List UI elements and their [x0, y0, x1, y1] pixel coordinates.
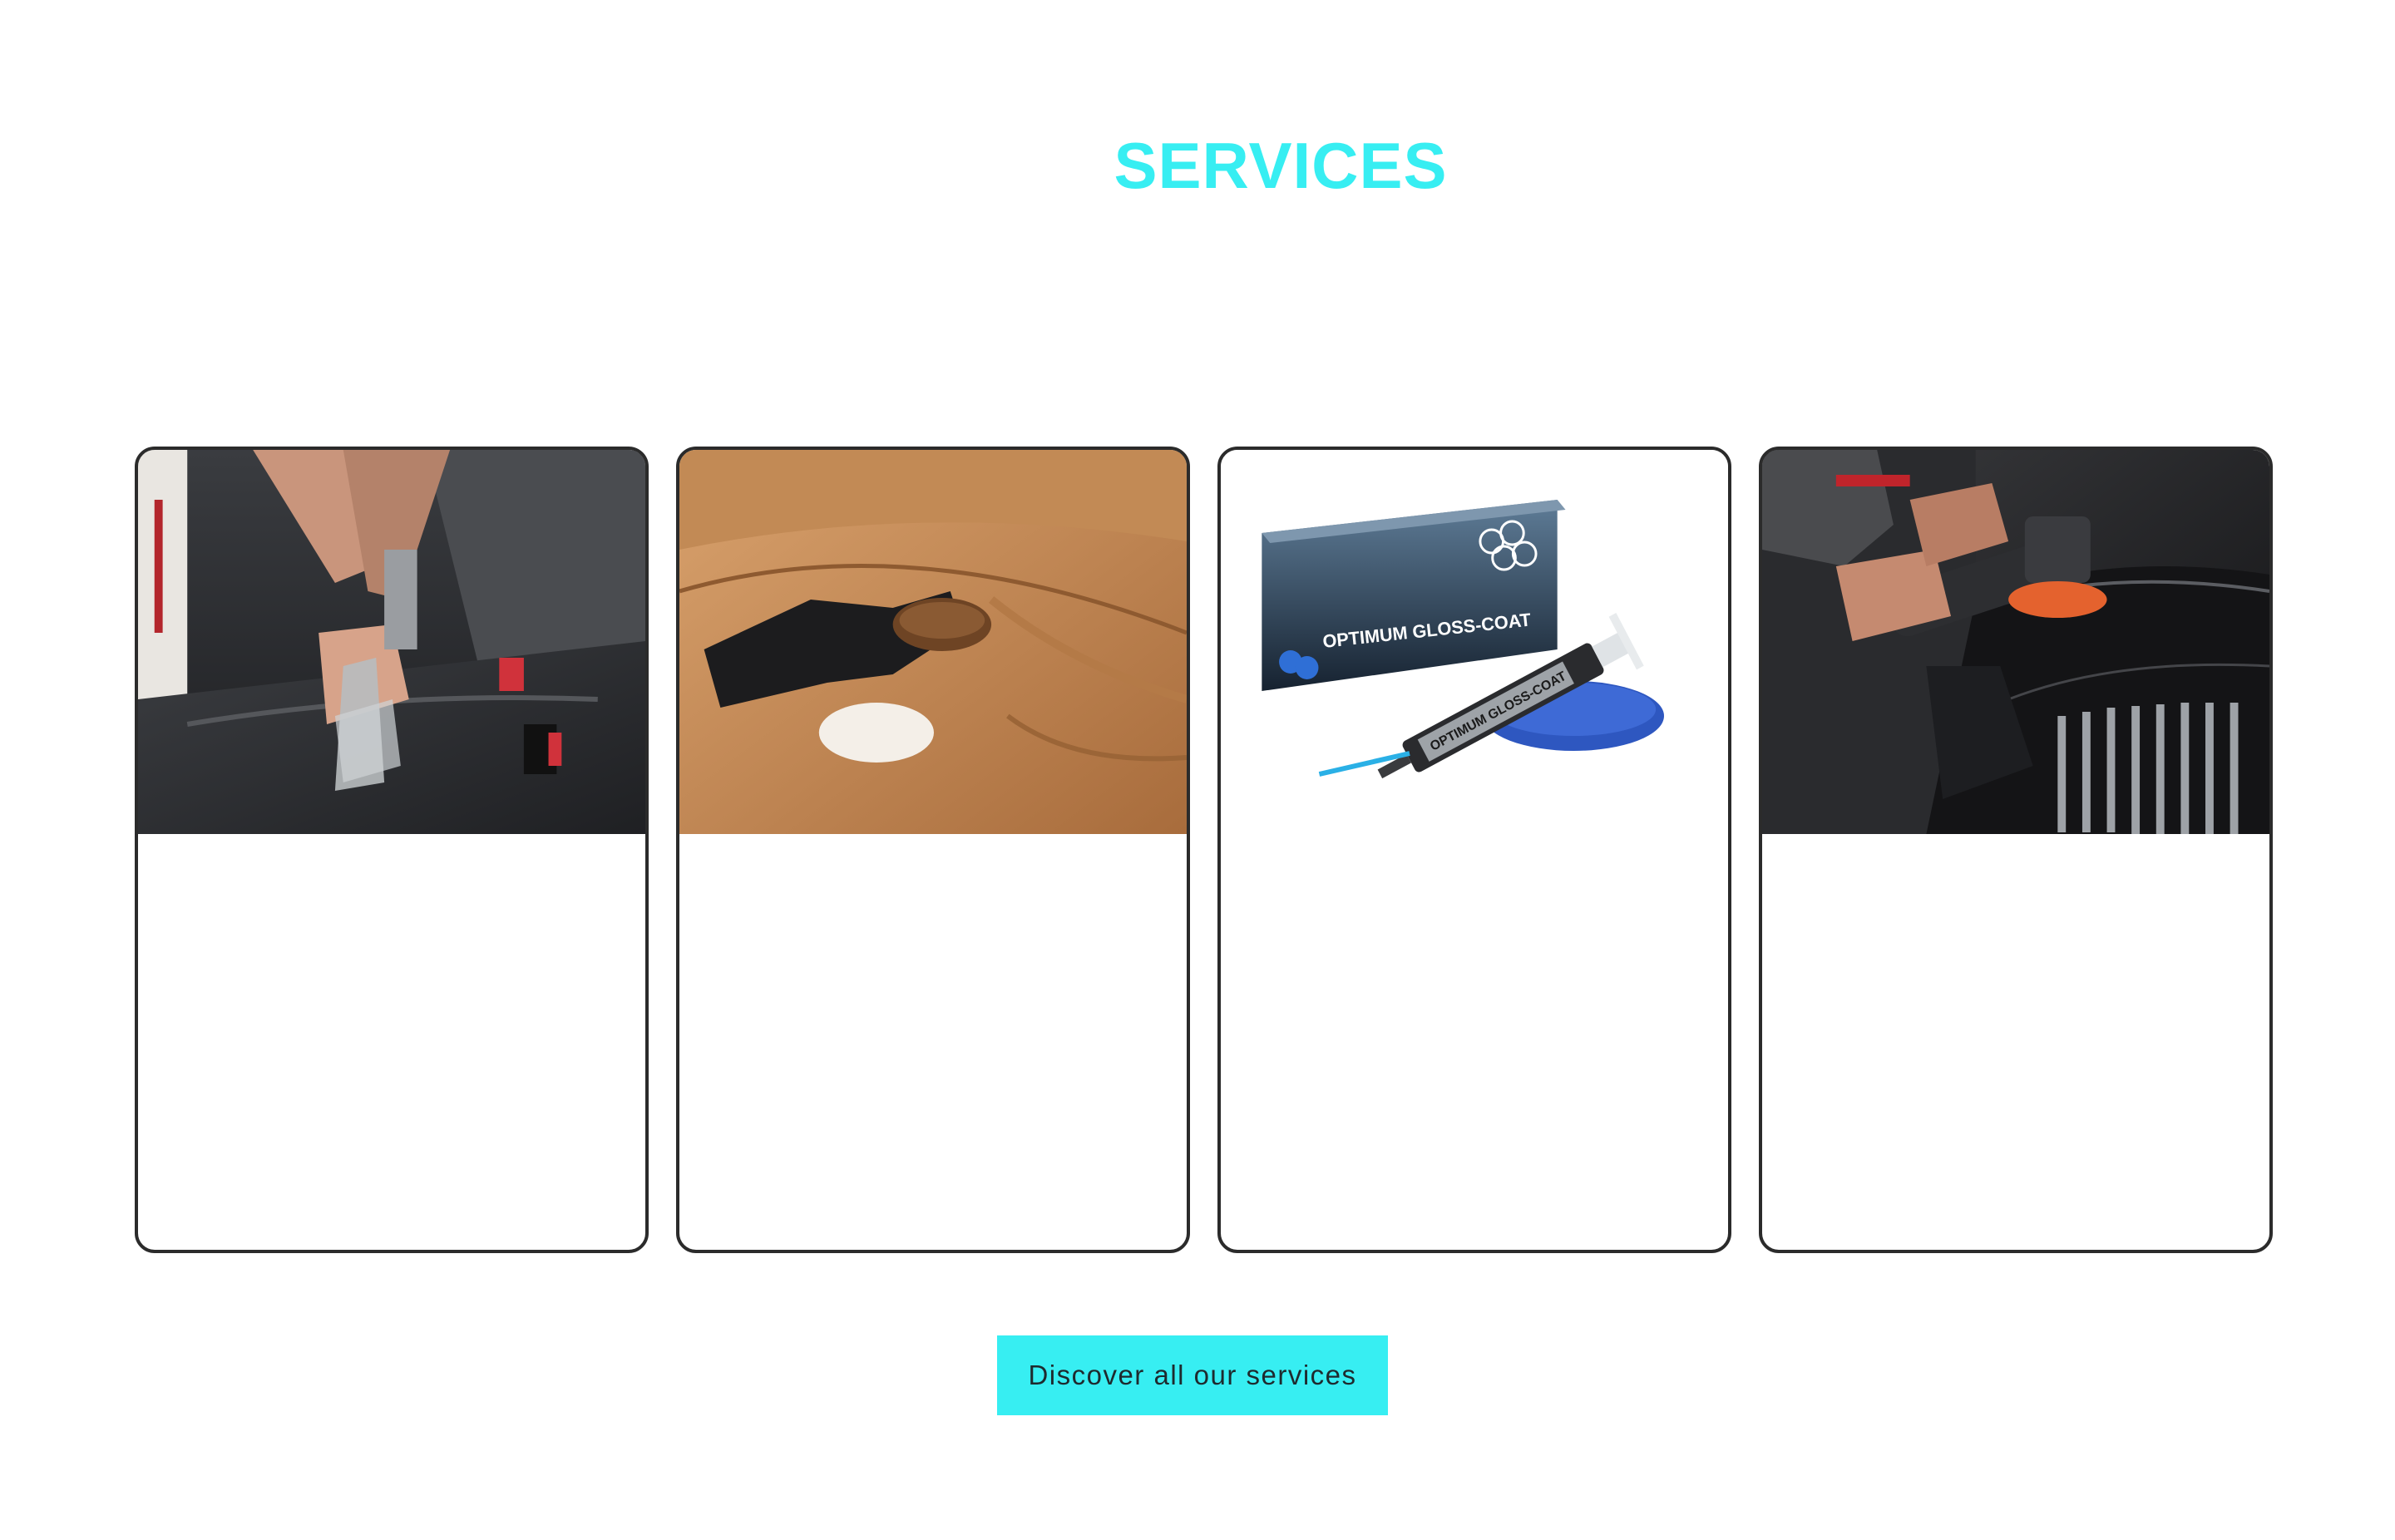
service-card-paint-polishing[interactable]: [1759, 447, 2273, 1253]
services-section: SERVICES OPTIMUM GLOSS-COAT OPTIMUM GLOS…: [0, 0, 2395, 1540]
service-card-gloss-coat[interactable]: OPTIMUM GLOSS-COAT OPTIMUM GLOSS-COAT: [1217, 447, 1731, 1253]
discover-services-button[interactable]: Discover all our services: [997, 1335, 1388, 1415]
services-cards: OPTIMUM GLOSS-COAT OPTIMUM GLOSS-COAT: [135, 447, 2273, 1253]
service-card-interior-cleaning[interactable]: [135, 447, 649, 1253]
service-image-gloss-coat: OPTIMUM GLOSS-COAT OPTIMUM GLOSS-COAT: [1221, 450, 1728, 834]
service-card-leather-care[interactable]: [676, 447, 1190, 1253]
section-title: SERVICES: [1114, 129, 1448, 202]
service-image-interior-cleaning: [138, 450, 645, 834]
service-image-leather-care: [679, 450, 1187, 834]
service-image-paint-polishing: [1762, 450, 2269, 834]
